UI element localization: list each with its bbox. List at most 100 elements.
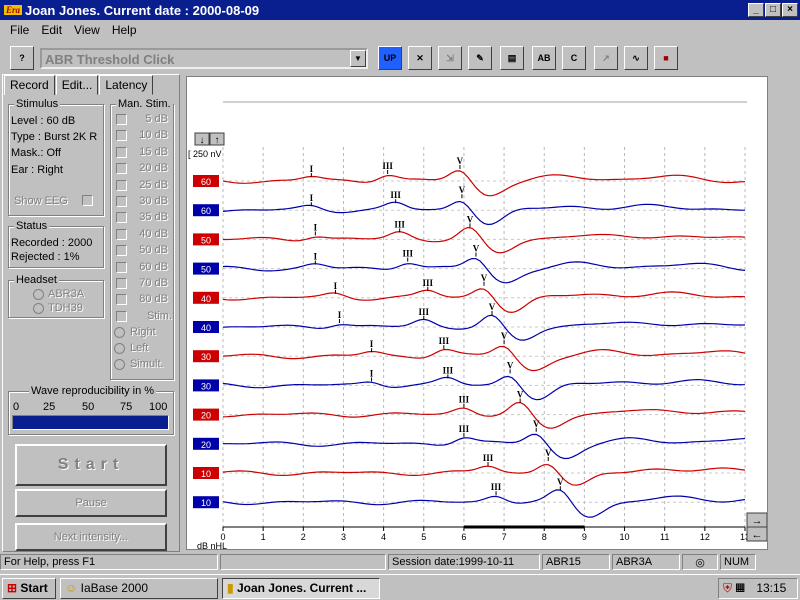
menu-edit[interactable]: Edit [41,23,62,37]
peak-marker: V [545,448,552,458]
ear-option-label: Right [130,326,156,338]
level-badge-label: 40 [201,323,211,333]
peak-marker: V [533,419,540,429]
peak-marker: V [467,214,474,224]
man-stim-checkbox[interactable] [116,261,127,273]
status-disk-icon: ◎ [682,554,718,570]
man-stim-checkbox[interactable] [116,130,127,142]
pause-button[interactable]: Pause [15,489,167,517]
peak-marker: III [402,249,413,259]
compare-icon[interactable]: ✕ [408,46,432,70]
zoom-icon[interactable]: ⇲ [438,46,462,70]
test-type-combo[interactable]: ABR Threshold Click ▼ [40,48,368,69]
peak-marker: III [459,395,470,405]
repro-tick-0: 0 [13,401,20,413]
x-tick-label: 2 [301,532,306,542]
ear-radio-simult[interactable] [114,359,125,370]
man-stim-checkbox[interactable] [116,278,127,289]
x-tick-label: 12 [700,532,710,542]
minimize-button[interactable]: _ [748,3,764,17]
x-tick-label: 9 [582,532,587,542]
mark-c-icon[interactable]: C [562,46,586,70]
peak-marker: V [557,477,564,487]
x-tick-label: 5 [421,532,426,542]
tab-latency[interactable]: Latency [99,75,154,95]
reproducibility-bar-fill [13,416,168,429]
start-menu-button[interactable]: ⊞ Start [2,578,56,599]
peak-marker: III [382,161,393,171]
close-button[interactable]: × [782,3,798,17]
peak-marker: I [338,310,342,320]
setup-icon[interactable]: UP [378,46,402,70]
peak-marker: V [517,390,524,400]
waveform-trace [222,345,746,372]
man-stim-checkbox[interactable] [116,310,127,322]
help-icon[interactable]: ? [10,46,34,70]
headset-option-abr3a: ABR3A [48,288,85,300]
x-tick-label: 1 [261,532,266,542]
tab-edit[interactable]: Edit... [55,75,99,95]
level-badge-label: 50 [201,265,211,275]
peak-marker: III [439,336,450,346]
man-stim-checkbox[interactable] [116,294,127,306]
man-stim-checkbox[interactable] [116,146,127,158]
print-icon[interactable]: ▤ [500,46,524,70]
network-icon[interactable]: ▦ [735,581,745,595]
iabase-icon: ☺ [65,581,78,595]
man-stim-level-label: 25 dB [139,178,168,191]
tab-record[interactable]: Record [4,75,55,95]
status-protocol: ABR15 [542,554,610,570]
man-stim-level-label: 40 dB [139,227,168,240]
show-eeg-checkbox[interactable] [82,195,93,206]
waveform-icon[interactable]: ∿ [624,46,648,70]
peak-marker: III [443,365,454,375]
level-badge-label: 10 [201,469,211,479]
man-stim-checkbox[interactable] [116,245,127,257]
man-stim-checkbox[interactable] [116,163,127,175]
peak-marker: V [489,302,496,312]
arrow-down-glyph: ↓ [200,135,205,146]
headset-radio-tdh39[interactable] [33,303,44,314]
man-stim-checkbox[interactable] [116,212,127,224]
waveform-trace [222,288,746,314]
shield-icon[interactable]: ⛨ [723,581,732,595]
ear-radio-left[interactable] [114,343,125,354]
status-headset: ABR3A [612,554,680,570]
waveform-trace [222,314,745,341]
start-button[interactable]: Start [15,444,167,486]
windows-logo-icon: ⊞ [7,581,18,595]
save-icon[interactable]: ■ [654,46,678,70]
level-badge-label: 60 [201,177,211,187]
man-stim-label: Man. Stim. [116,98,173,110]
next-intensity-button[interactable]: Next intensity... [15,523,167,551]
man-stim-checkbox[interactable] [116,196,127,207]
stimulus-type: Type : Burst 2K R [11,131,98,143]
stimulus-mask: Mask.: Off [11,147,61,159]
man-stim-checkbox[interactable] [116,228,127,240]
peak-marker: III [394,219,405,229]
menu-view[interactable]: View [74,23,100,37]
cursor-icon[interactable]: ↗ [594,46,618,70]
x-tick-label: 8 [542,532,547,542]
taskbar-item-iabase[interactable]: ☺ IaBase 2000 [60,578,218,599]
x-tick-label: 7 [502,532,507,542]
peak-marker: III [423,278,434,288]
man-stim-level-label: 15 dB [139,145,168,158]
panel-tabs: Record Edit... Latency [4,75,154,95]
man-stim-level-label: 70 dB [139,277,168,289]
mark-ab-icon[interactable]: AB [532,46,556,70]
status-bar: For Help, press F1 Session date:1999-10-… [0,554,800,572]
ear-radio-right[interactable] [114,327,125,338]
abr-waveform-plot[interactable]: 012345678910111213mSdB nHL[ 250 nV↓↑→←60… [186,76,768,550]
waveform-trace [222,375,745,401]
man-stim-checkbox[interactable] [116,114,127,125]
chevron-down-icon[interactable]: ▼ [350,50,366,67]
taskbar-item-joan-jones[interactable]: ▮ Joan Jones. Current ... [222,578,380,599]
peak-marker: III [459,424,470,434]
man-stim-checkbox[interactable] [116,179,127,191]
edit-icon[interactable]: ✎ [468,46,492,70]
menu-help[interactable]: Help [112,23,137,37]
headset-radio-abr3a[interactable] [33,289,44,300]
maximize-button[interactable]: □ [765,3,781,17]
menu-file[interactable]: File [10,23,29,37]
